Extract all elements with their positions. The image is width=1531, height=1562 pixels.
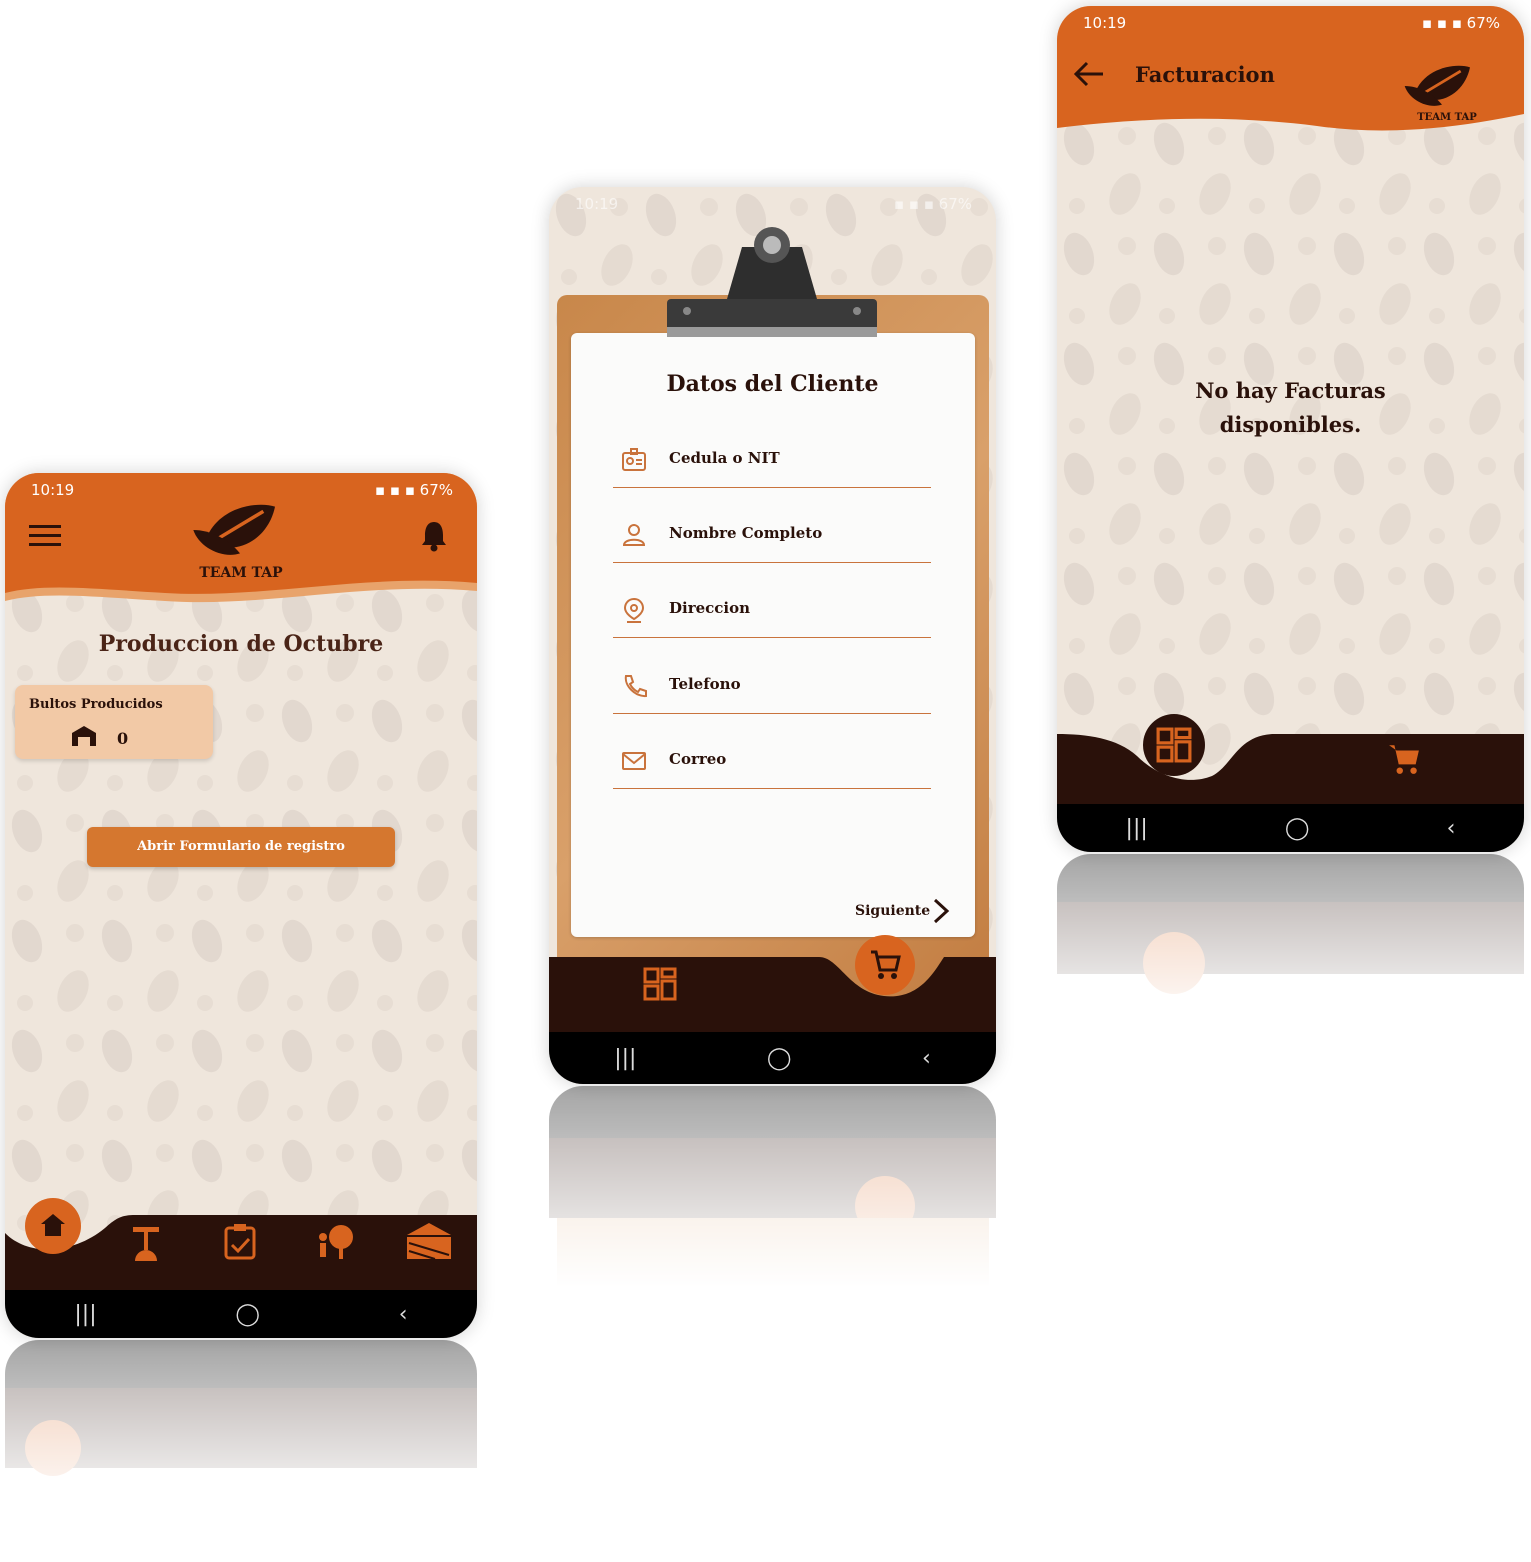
phone-production: 10:19 ▪ ▪ ▪ 67% TEAM TAP Produccion de O… [5,473,477,1338]
page-title: Produccion de Octubre [98,631,384,657]
farm-icon[interactable] [405,1221,453,1261]
card-title: Bultos Producidos [29,697,163,712]
home-system-button[interactable]: ◯ [767,1046,792,1071]
field-direccion[interactable]: Direccion [613,577,931,638]
page-title: Facturacion [1135,62,1275,87]
empty-line-2: disponibles. [1219,412,1362,437]
field-label: Direccion [669,599,751,617]
dashboard-icon[interactable] [643,967,677,1001]
bell-icon[interactable] [419,519,449,553]
field-correo[interactable]: Correo [613,728,931,789]
id-card-icon [622,448,646,471]
cart-icon [871,950,901,979]
tree-person-icon[interactable] [315,1223,355,1261]
bottom-nav-bar [1057,734,1524,806]
field-cedula[interactable]: Cedula o NIT [613,427,931,488]
system-nav-bar: ||| ◯ ‹ [5,1290,477,1338]
recent-apps-button[interactable]: ||| [1126,816,1148,841]
recent-apps-button[interactable]: ||| [74,1302,96,1327]
status-battery: ▪ ▪ ▪ 67% [374,481,453,499]
cart-icon[interactable] [1387,742,1421,776]
warehouse-icon [72,726,96,746]
nav-home-button[interactable] [25,1198,81,1254]
system-nav-bar: ||| ◯ ‹ [549,1032,996,1084]
menu-icon[interactable] [29,525,61,547]
phone3-reflection [1057,854,1524,1074]
empty-message: No hay Facturas disponibles. [1057,374,1524,442]
clipboard-clip [667,227,877,337]
person-icon [622,524,646,546]
team-tap-logo [1403,64,1472,108]
empty-line-1: No hay Facturas [1195,378,1386,403]
next-label: Siguiente [855,903,931,919]
clipboard-check-icon[interactable] [223,1223,257,1261]
bottom-nav-bar [549,957,996,1042]
recent-apps-button[interactable]: ||| [614,1046,636,1071]
next-button[interactable]: Siguiente [849,895,959,925]
status-time: 10:19 [31,481,75,499]
open-form-button[interactable]: Abrir Formulario de registro [87,827,395,867]
brand-text: TEAM TAP [1417,112,1477,123]
bultos-card: Bultos Producidos 0 [15,685,213,759]
dashboard-button[interactable] [1143,714,1205,776]
status-bar: 10:19 ▪ ▪ ▪ 67% [1083,14,1500,32]
back-system-button[interactable]: ‹ [922,1046,931,1071]
phone-client-data: 10:19 ▪ ▪ ▪ 67% Datos del Cliente Cedula… [549,187,996,1084]
dashboard-icon [1156,727,1192,763]
field-label: Nombre Completo [669,524,823,542]
back-arrow-icon[interactable] [1073,60,1105,88]
mail-icon [622,752,646,770]
back-system-button[interactable]: ‹ [1447,816,1456,841]
brand-text: TEAM TAP [199,565,283,581]
phone2-reflection [549,1086,996,1336]
home-system-button[interactable]: ◯ [235,1302,260,1327]
phone-billing: 10:19 ▪ ▪ ▪ 67% Facturacion TEAM TAP No … [1057,6,1524,852]
field-label: Telefono [669,675,741,693]
phone-icon [624,675,647,698]
card-value: 0 [117,729,129,748]
phone1-reflection [5,1340,477,1562]
home-system-button[interactable]: ◯ [1285,816,1310,841]
field-label: Correo [669,750,727,768]
system-nav-bar: ||| ◯ ‹ [1057,804,1524,852]
chevron-right-icon [933,898,950,924]
location-icon [623,597,645,623]
scale-icon[interactable] [127,1225,165,1261]
field-telefono[interactable]: Telefono [613,653,931,714]
home-icon [41,1214,65,1236]
field-nombre[interactable]: Nombre Completo [613,502,931,563]
form-title: Datos del Cliente [666,371,879,397]
status-bar: 10:19 ▪ ▪ ▪ 67% [575,195,972,213]
field-label: Cedula o NIT [669,449,780,467]
back-system-button[interactable]: ‹ [399,1302,408,1327]
team-tap-logo [191,502,277,557]
cart-button[interactable] [855,935,915,995]
